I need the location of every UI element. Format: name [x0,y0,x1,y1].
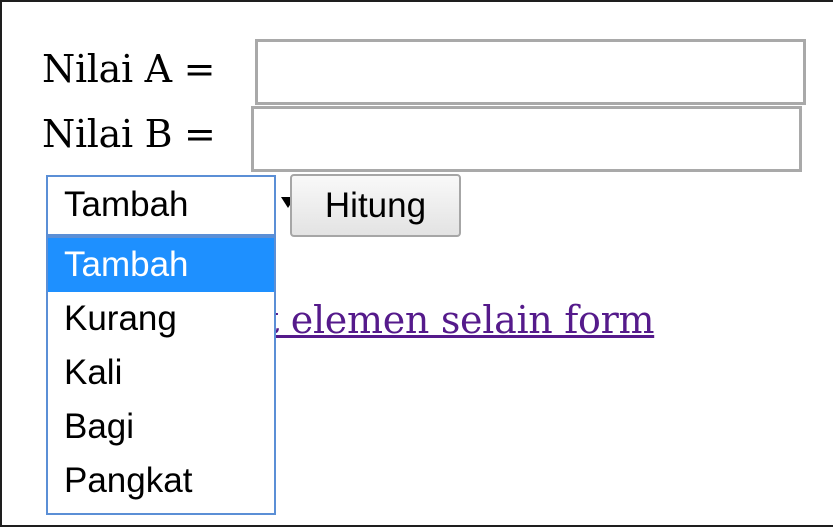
dropdown-option-kurang[interactable]: Kurang [48,292,274,346]
nilai-a-input[interactable] [255,39,806,105]
dropdown-option-kali[interactable]: Kali [48,346,274,400]
link-elemen-selain-form[interactable]: t elemen selain form [264,298,655,342]
dropdown-option-pangkat[interactable]: Pangkat [48,454,274,508]
dropdown-option-tambah[interactable]: Tambah [48,238,274,292]
dropdown-option-bagi[interactable]: Bagi [48,400,274,454]
operation-dropdown-list[interactable]: Tambah Kurang Kali Bagi Pangkat [46,236,276,515]
label-nilai-a: Nilai A = [42,47,216,91]
hitung-button[interactable]: Hitung [290,174,461,237]
operation-select-value: Tambah [64,185,189,224]
page-frame: Nilai A = Nilai B = Tambah Hitung t elem… [0,0,833,527]
nilai-b-input[interactable] [251,106,802,172]
label-nilai-b: Nilai B = [42,112,216,156]
operation-select[interactable]: Tambah [46,175,295,236]
